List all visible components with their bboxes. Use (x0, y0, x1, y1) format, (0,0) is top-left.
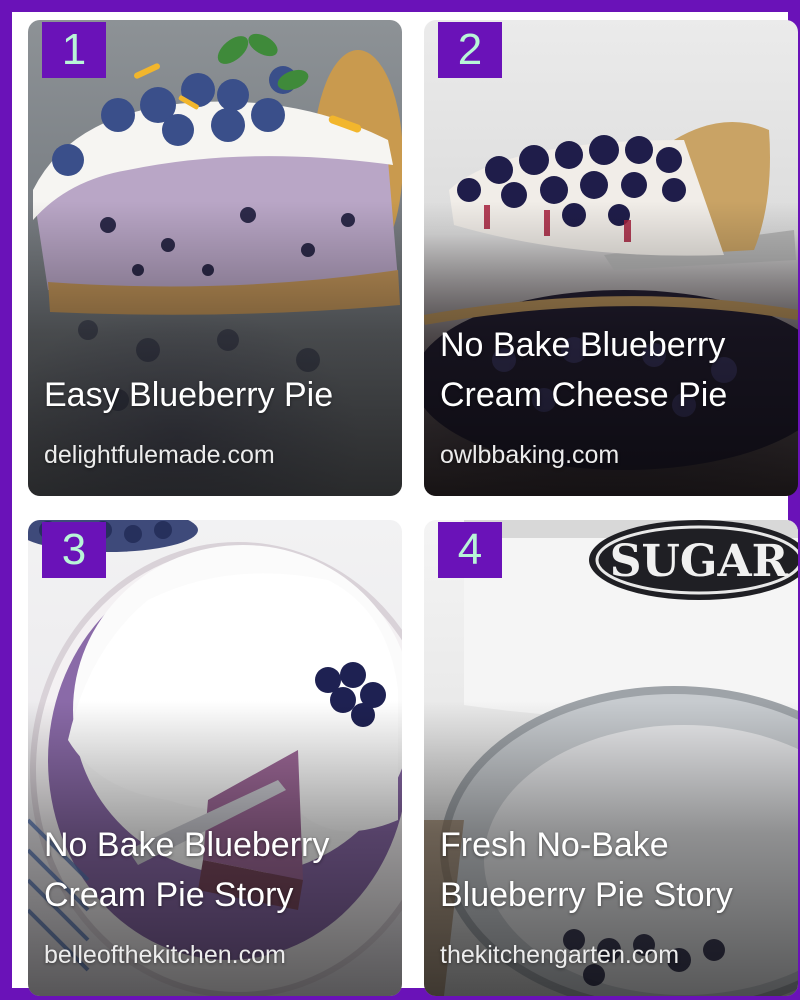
recipe-title[interactable]: Fresh No-Bake Blueberry Pie Story (440, 820, 784, 920)
grid-frame: 1 Easy Blueberry Pie delightfulemade.com (0, 0, 800, 1000)
recipe-source[interactable]: belleofthekitchen.com (44, 940, 388, 970)
rank-badge: 2 (438, 22, 502, 78)
rank-badge: 3 (42, 522, 106, 578)
recipe-source[interactable]: owlbbaking.com (440, 440, 784, 470)
recipe-source[interactable]: thekitchengarten.com (440, 940, 784, 970)
rank-badge: 4 (438, 522, 502, 578)
rank-badge: 1 (42, 22, 106, 78)
recipe-source[interactable]: delightfulemade.com (44, 440, 388, 470)
recipe-card-3[interactable]: 3 No Bake Blueberry Cream Pie Story bell… (28, 520, 402, 996)
recipe-title[interactable]: No Bake Blueberry Cream Pie Story (44, 820, 388, 920)
recipe-title[interactable]: No Bake Blueberry Cream Cheese Pie (440, 320, 784, 420)
recipe-card-4[interactable]: SUGAR 4 Fresh No-Bake Blueberry Pie Stor… (424, 520, 798, 996)
recipe-card-1[interactable]: 1 Easy Blueberry Pie delightfulemade.com (28, 20, 402, 496)
canister-label: SUGAR (610, 536, 789, 587)
recipe-title[interactable]: Easy Blueberry Pie (44, 370, 388, 420)
recipe-card-2[interactable]: 2 No Bake Blueberry Cream Cheese Pie owl… (424, 20, 798, 496)
